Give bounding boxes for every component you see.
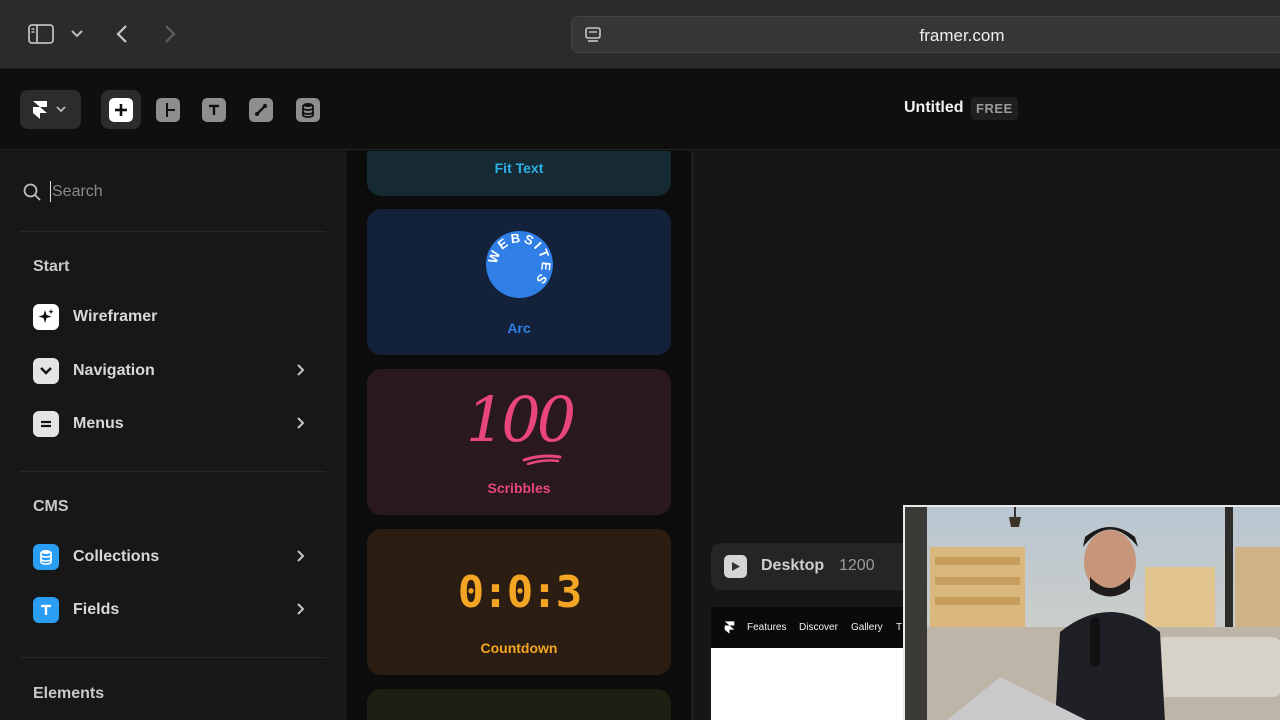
divider [20, 471, 326, 472]
underline-scribble-icon [522, 452, 562, 470]
component-card-scribbles[interactable]: 100 Scribbles [367, 369, 671, 515]
chevron-down-icon[interactable] [68, 20, 86, 48]
sidebar-item-collections[interactable]: Collections [20, 536, 326, 578]
search-field[interactable]: Search [20, 173, 326, 211]
component-label: Fit Text [494, 160, 544, 176]
insert-panel: Search Start Wireframer Navigation Menus… [0, 151, 346, 720]
app-toolbar: Untitled FREE [0, 69, 1280, 150]
section-title-cms: CMS [33, 498, 69, 515]
component-card-fit-text[interactable]: Fit Text [367, 151, 671, 196]
component-card-countdown[interactable]: 0:0:3 Countdown [367, 529, 671, 675]
cms-button[interactable] [288, 90, 328, 129]
divider [20, 231, 326, 232]
preview-nav-link[interactable]: Features [747, 622, 786, 633]
browser-toolbar: framer.com [0, 0, 1280, 69]
frame-name: Desktop [761, 557, 825, 574]
component-card-arc[interactable]: WEBSITES Arc [367, 209, 671, 355]
pen-icon [249, 97, 273, 122]
layout-button[interactable] [148, 90, 188, 129]
sidebar-toggle-icon[interactable] [26, 20, 56, 48]
address-bar[interactable]: framer.com [571, 16, 1280, 53]
framer-logo-icon [33, 100, 47, 119]
layout-icon [156, 97, 180, 122]
component-label: Arc [507, 320, 531, 336]
play-icon[interactable] [724, 555, 747, 578]
vector-button[interactable] [241, 90, 281, 129]
sparkle-icon [33, 304, 59, 330]
sidebar-item-label: Wireframer [73, 308, 158, 325]
forward-arrow-icon[interactable] [160, 20, 180, 48]
text-button[interactable] [194, 90, 234, 129]
arc-preview-text: WEBSITES [485, 230, 551, 289]
sidebar-item-menus[interactable]: Menus [20, 403, 326, 445]
preview-nav-link[interactable]: Discover [799, 622, 838, 633]
desktop-frame-preview[interactable]: Features Discover Gallery T [711, 607, 903, 720]
chevron-right-icon [296, 416, 305, 435]
section-title-start: Start [33, 258, 70, 275]
database-icon [296, 97, 320, 122]
preview-navbar: Features Discover Gallery T [711, 607, 903, 648]
arc-preview-icon: WEBSITES [485, 230, 553, 298]
plus-icon [109, 97, 133, 122]
preview-nav-link[interactable]: T [896, 622, 902, 633]
document-title[interactable]: Untitled [904, 99, 964, 117]
plan-badge: FREE [971, 97, 1018, 120]
text-t-icon [33, 597, 59, 623]
frame-width: 1200 [839, 557, 875, 574]
text-t-icon [202, 97, 226, 122]
component-grid: Fit Text WEBSITES Arc 100 Scribbles 0:0:… [346, 151, 693, 720]
chevron-down-icon [33, 358, 59, 384]
sidebar-item-fields[interactable]: Fields [20, 589, 326, 631]
sidebar-item-label: Collections [73, 548, 160, 565]
component-label: Scribbles [487, 480, 551, 496]
divider [20, 657, 326, 658]
menu-lines-icon [33, 411, 59, 437]
svg-text:WEBSITES: WEBSITES [486, 231, 553, 289]
webcam-video-image [905, 507, 1280, 720]
search-input[interactable]: Search [50, 181, 103, 202]
scribbles-preview-text: 100 [465, 383, 576, 456]
chevron-down-icon [56, 106, 66, 113]
sidebar-item-label: Navigation [73, 362, 155, 379]
countdown-preview-text: 0:0:3 [457, 567, 582, 618]
chevron-right-icon [296, 602, 305, 621]
chevron-right-icon [296, 363, 305, 382]
back-arrow-icon[interactable] [112, 20, 132, 48]
framer-menu-button[interactable] [20, 90, 81, 129]
component-card-next[interactable] [367, 689, 671, 720]
component-label: Countdown [480, 640, 558, 656]
sidebar-item-label: Fields [73, 601, 120, 618]
preview-nav-link[interactable]: Gallery [851, 622, 883, 633]
chevron-right-icon [296, 549, 305, 568]
framer-logo-icon [724, 620, 735, 640]
insert-button[interactable] [101, 90, 141, 129]
webcam-overlay [903, 505, 1280, 720]
sidebar-item-navigation[interactable]: Navigation [20, 350, 326, 392]
database-icon [33, 544, 59, 570]
search-icon [22, 182, 42, 207]
sidebar-item-wireframer[interactable]: Wireframer [20, 296, 326, 338]
section-title-elements: Elements [33, 685, 105, 702]
sidebar-item-label: Menus [73, 415, 124, 432]
url-text: framer.com [919, 26, 1005, 45]
